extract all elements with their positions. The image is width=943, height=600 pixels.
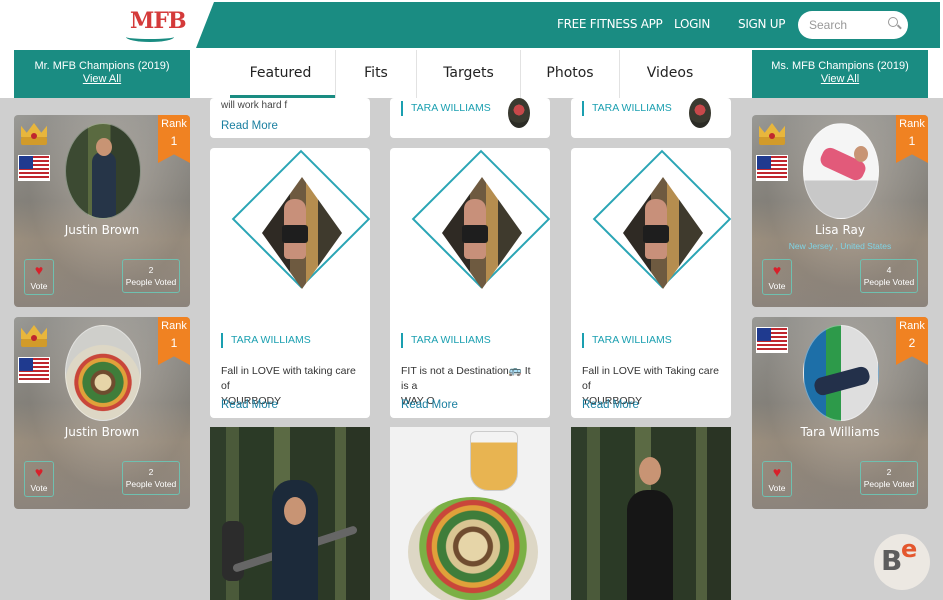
champion-card-right-1[interactable]: Rank 1 Lisa Ray New Jersey , United State…: [752, 115, 928, 307]
champion-card-right-2[interactable]: Rank 2 Tara Williams ♥ Vote 2 People Voted: [752, 317, 928, 509]
post-card-2[interactable]: TARA WILLIAMS FIT is not a Destination🚌 …: [390, 148, 550, 418]
right-strip: [928, 50, 943, 98]
athlete-figure: [627, 490, 673, 600]
crown-icon: [18, 321, 50, 349]
champion-avatar[interactable]: [65, 123, 141, 219]
people-voted-count: 2 People Voted: [860, 461, 918, 495]
photo-card-gym[interactable]: [210, 427, 370, 600]
champion-location: New Jersey , United States: [788, 241, 892, 251]
ms-champions-title: Ms. MFB Champions (2019): [771, 60, 909, 72]
tab-photos[interactable]: Photos: [521, 50, 620, 98]
mr-champions-view-all[interactable]: View All: [14, 73, 190, 85]
vote-button[interactable]: ♥ Vote: [24, 259, 54, 295]
post-snippet: will work hard f: [221, 100, 288, 111]
people-voted-count: 2 People Voted: [122, 259, 180, 293]
post-author[interactable]: TARA WILLIAMS: [582, 101, 672, 116]
vote-button[interactable]: ♥ Vote: [762, 461, 792, 497]
champion-card-left-1[interactable]: Rank 1 Justin Brown ♥ Vote 2 People Voted: [14, 115, 190, 307]
logo-swoosh: [126, 32, 174, 42]
heart-icon: ♥: [772, 262, 782, 278]
mr-champions-bar: Mr. MFB Champions (2019) View All: [14, 50, 190, 98]
crown-icon: [18, 119, 50, 147]
heart-icon: ♥: [34, 262, 44, 278]
mr-champions-title: Mr. MFB Champions (2019): [34, 60, 170, 72]
ms-champions-bar: Ms. MFB Champions (2019) View All: [752, 50, 928, 98]
heart-icon: ♥: [772, 464, 782, 480]
post-author[interactable]: TARA WILLIAMS: [401, 333, 491, 348]
post-image[interactable]: [231, 149, 370, 302]
photo-card-food[interactable]: [390, 427, 550, 600]
post-card-top-2[interactable]: TARA WILLIAMS: [390, 98, 550, 138]
search-placeholder: Search: [809, 18, 848, 32]
nav-login[interactable]: LOGIN: [674, 17, 710, 31]
people-voted-count: 2 People Voted: [122, 461, 180, 495]
tab-videos[interactable]: Videos: [620, 50, 720, 98]
content-tabs: Featured Fits Targets Photos Videos: [190, 50, 752, 98]
champion-name[interactable]: Lisa Ray: [752, 223, 928, 237]
author-thumbnail: [508, 98, 530, 128]
tab-targets[interactable]: Targets: [417, 50, 521, 98]
champion-avatar[interactable]: [803, 123, 879, 219]
barbell-plate: [222, 521, 244, 581]
champion-name[interactable]: Tara Williams: [752, 425, 928, 439]
search-input[interactable]: Search: [798, 11, 908, 39]
post-image[interactable]: [411, 149, 550, 302]
ms-champions-view-all[interactable]: View All: [752, 73, 928, 85]
nav-free-fitness-app[interactable]: FREE FITNESS APP: [557, 17, 663, 31]
post-author[interactable]: TARA WILLIAMS: [221, 333, 311, 348]
champion-name[interactable]: Justin Brown: [14, 425, 190, 439]
nav-sign-up[interactable]: SIGN UP: [738, 17, 785, 31]
food-bowl: [408, 497, 538, 600]
site-logo[interactable]: MFB: [122, 6, 187, 48]
crown-icon: [756, 119, 788, 147]
us-flag-icon: [18, 155, 50, 181]
author-thumbnail: [689, 98, 711, 128]
read-more-link[interactable]: Read More: [401, 399, 458, 411]
tab-fits[interactable]: Fits: [336, 50, 417, 98]
read-more-link[interactable]: Read More: [582, 399, 639, 411]
us-flag-icon: [18, 357, 50, 383]
read-more-link[interactable]: Read More: [221, 399, 278, 411]
champion-card-left-2[interactable]: Rank 1 Justin Brown ♥ Vote 2 People Voted: [14, 317, 190, 509]
tab-featured[interactable]: Featured: [190, 50, 336, 98]
watermark-logo: B e: [874, 534, 930, 590]
athlete-head: [639, 457, 661, 485]
people-voted-count: 4 People Voted: [860, 259, 918, 293]
photo-card-athlete[interactable]: [571, 427, 731, 600]
champion-avatar[interactable]: [803, 325, 879, 421]
drink-glass: [470, 431, 518, 491]
post-author[interactable]: TARA WILLIAMS: [582, 333, 672, 348]
top-header: MFB FREE FITNESS APP LOGIN SIGN UP Searc…: [0, 0, 943, 50]
vote-button[interactable]: ♥ Vote: [762, 259, 792, 295]
champion-avatar[interactable]: [65, 325, 141, 421]
post-card-top-3[interactable]: TARA WILLIAMS: [571, 98, 731, 138]
us-flag-icon: [756, 155, 788, 181]
post-card-1[interactable]: TARA WILLIAMS Fall in LOVE with taking c…: [210, 148, 370, 418]
us-flag-icon: [756, 327, 788, 353]
vote-button[interactable]: ♥ Vote: [24, 461, 54, 497]
post-card-3[interactable]: TARA WILLIAMS Fall in LOVE with Taking c…: [571, 148, 731, 418]
left-strip: [0, 50, 14, 98]
post-card-top-1[interactable]: will work hard f Read More: [210, 98, 370, 138]
logo-text: MFB: [130, 8, 187, 34]
athlete-head: [284, 497, 306, 525]
read-more-link[interactable]: Read More: [221, 120, 278, 132]
post-author[interactable]: TARA WILLIAMS: [401, 101, 491, 116]
heart-icon: ♥: [34, 464, 44, 480]
champion-name[interactable]: Justin Brown: [14, 223, 190, 237]
search-icon[interactable]: [888, 17, 898, 27]
post-image[interactable]: [592, 149, 731, 302]
